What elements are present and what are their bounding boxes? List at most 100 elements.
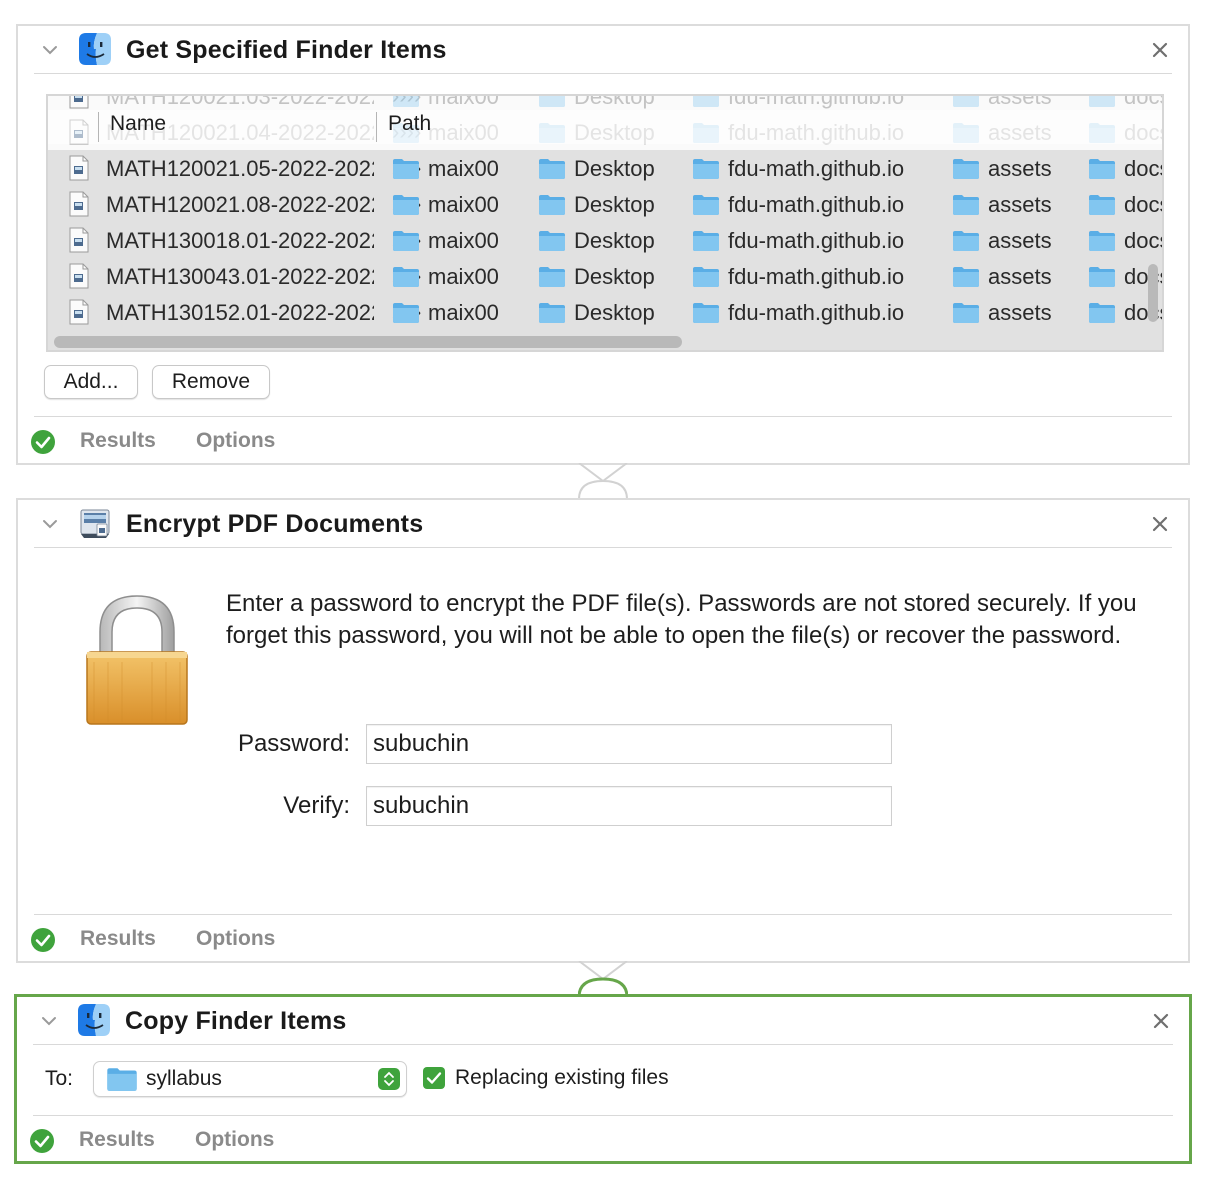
action-footer: Results Options <box>33 1115 1173 1165</box>
pdf-document-icon <box>68 155 90 181</box>
password-field[interactable] <box>366 724 892 764</box>
path-segment-label: maix00 <box>428 156 499 181</box>
get-specified-finder-items-action: Get Specified Finder Items MATH120021.03… <box>16 24 1190 465</box>
folder-icon <box>692 193 720 216</box>
folder-icon <box>538 157 566 180</box>
copy-finder-items-action[interactable]: Copy Finder Items To: syllabus Replacing… <box>14 994 1192 1164</box>
file-name: MATH130152.01-2022-2022 <box>106 300 374 325</box>
action-footer: Results Options <box>34 914 1172 964</box>
remove-button[interactable]: Remove <box>152 365 270 399</box>
path-segment-label: fdu-math.github.io <box>728 192 905 217</box>
vertical-scrollbar[interactable] <box>1148 264 1158 322</box>
options-tab[interactable]: Options <box>195 1128 274 1152</box>
table-row[interactable]: MATH120021.08-2022-2022 maix00›Desktop›fd… <box>48 186 1162 222</box>
path-segment-label: fdu-math.github.io <box>728 228 905 253</box>
table-row[interactable]: MATH130018.01-2022-2022 maix00›Desktop›fd… <box>48 222 1162 258</box>
path-segment-label: Desktop <box>574 156 655 181</box>
finder-icon <box>77 1003 111 1037</box>
folder-icon <box>1088 94 1116 108</box>
path-segment-label: docs <box>1124 300 1162 325</box>
file-table[interactable]: MATH120021.03-2022-2022 maix00›Desktop›fd… <box>46 94 1164 352</box>
folder-icon <box>392 265 420 288</box>
pdf-document-icon <box>68 227 90 253</box>
action-title: Get Specified Finder Items <box>126 36 447 64</box>
table-row[interactable]: MATH130043.01-2022-2022 maix00›Desktop›fd… <box>48 258 1162 294</box>
path-segment-label: Desktop <box>574 264 655 289</box>
action-header: Encrypt PDF Documents <box>34 500 1172 548</box>
folder-icon <box>952 229 980 252</box>
padlock-icon <box>86 595 188 725</box>
path-segment-label: maix00 <box>428 300 499 325</box>
chevron-down-icon[interactable] <box>40 514 60 534</box>
folder-icon <box>392 157 420 180</box>
folder-icon <box>692 301 720 324</box>
folder-icon <box>952 301 980 324</box>
password-label: Password: <box>237 730 350 757</box>
path-segment-label: assets <box>988 94 1052 109</box>
finder-icon <box>78 32 112 66</box>
add-button[interactable]: Add... <box>44 365 138 399</box>
folder-icon <box>692 157 720 180</box>
folder-icon <box>538 301 566 324</box>
folder-icon <box>952 265 980 288</box>
folder-icon <box>952 157 980 180</box>
destination-popup[interactable]: syllabus <box>93 1061 407 1097</box>
path-segment-label: assets <box>988 192 1052 217</box>
table-row[interactable]: MATH120021.05-2022-2022 maix00›Desktop›fd… <box>48 150 1162 186</box>
file-path: maix00›Desktop›fdu-math.github.io›assets… <box>392 227 1162 255</box>
to-label: To: <box>45 1067 74 1090</box>
table-row[interactable]: MATH130152.01-2022-2022 maix00›Desktop›fd… <box>48 294 1162 330</box>
folder-icon <box>392 301 420 324</box>
destination-label: syllabus <box>146 1067 222 1090</box>
chevron-down-icon[interactable] <box>40 40 60 60</box>
pdf-document-icon <box>68 191 90 217</box>
folder-icon <box>538 265 566 288</box>
folder-icon <box>1088 265 1116 288</box>
horizontal-scrollbar[interactable] <box>54 336 682 348</box>
results-tab[interactable]: Results <box>80 927 156 951</box>
verify-label: Verify: <box>283 792 350 819</box>
folder-icon <box>106 1066 138 1092</box>
folder-icon <box>952 94 980 108</box>
table-header: Name Path <box>48 110 1162 144</box>
column-header-path[interactable]: Path <box>388 112 431 136</box>
success-check-icon <box>30 927 56 953</box>
results-tab[interactable]: Results <box>79 1128 155 1152</box>
options-tab[interactable]: Options <box>196 927 275 951</box>
replace-existing-label[interactable]: Replacing existing files <box>455 1066 669 1090</box>
close-icon[interactable] <box>1150 514 1170 534</box>
path-segment-label: maix00 <box>428 264 499 289</box>
column-header-name[interactable]: Name <box>110 112 166 136</box>
path-segment-label: docs <box>1124 228 1162 253</box>
folder-icon <box>1088 301 1116 324</box>
file-name: MATH130018.01-2022-2022 <box>106 228 374 253</box>
folder-icon <box>392 94 420 108</box>
column-divider[interactable] <box>376 112 377 142</box>
path-segment-label: fdu-math.github.io <box>728 264 905 289</box>
options-tab[interactable]: Options <box>196 429 275 453</box>
file-path: maix00›Desktop›fdu-math.github.io›assets… <box>392 299 1162 327</box>
path-segment-label: maix00 <box>428 192 499 217</box>
path-segment-label: fdu-math.github.io <box>728 94 905 109</box>
folder-icon <box>538 193 566 216</box>
encryption-description: Enter a password to encrypt the PDF file… <box>226 590 1137 649</box>
path-segment-label: assets <box>988 156 1052 181</box>
file-path: maix00›Desktop›fdu-math.github.io›assets… <box>392 191 1162 219</box>
results-tab[interactable]: Results <box>80 429 156 453</box>
popup-arrows-icon <box>378 1068 400 1090</box>
close-icon[interactable] <box>1150 40 1170 60</box>
action-footer: Results Options <box>34 416 1172 466</box>
file-name: MATH120021.05-2022-2022 <box>106 156 374 181</box>
path-segment-label: assets <box>988 300 1052 325</box>
chevron-down-icon[interactable] <box>39 1011 59 1031</box>
path-segment-label: docs <box>1124 156 1162 181</box>
close-icon[interactable] <box>1151 1011 1171 1031</box>
folder-icon <box>692 229 720 252</box>
file-path: maix00›Desktop›fdu-math.github.io›assets… <box>392 94 1162 111</box>
pdf-document-icon <box>68 263 90 289</box>
replace-existing-checkbox[interactable] <box>423 1067 445 1089</box>
encrypt-pdf-documents-action: Encrypt PDF Documents Enter a password t… <box>16 498 1190 963</box>
path-segment-label: docs <box>1124 192 1162 217</box>
folder-icon <box>392 229 420 252</box>
verify-field[interactable] <box>366 786 892 826</box>
